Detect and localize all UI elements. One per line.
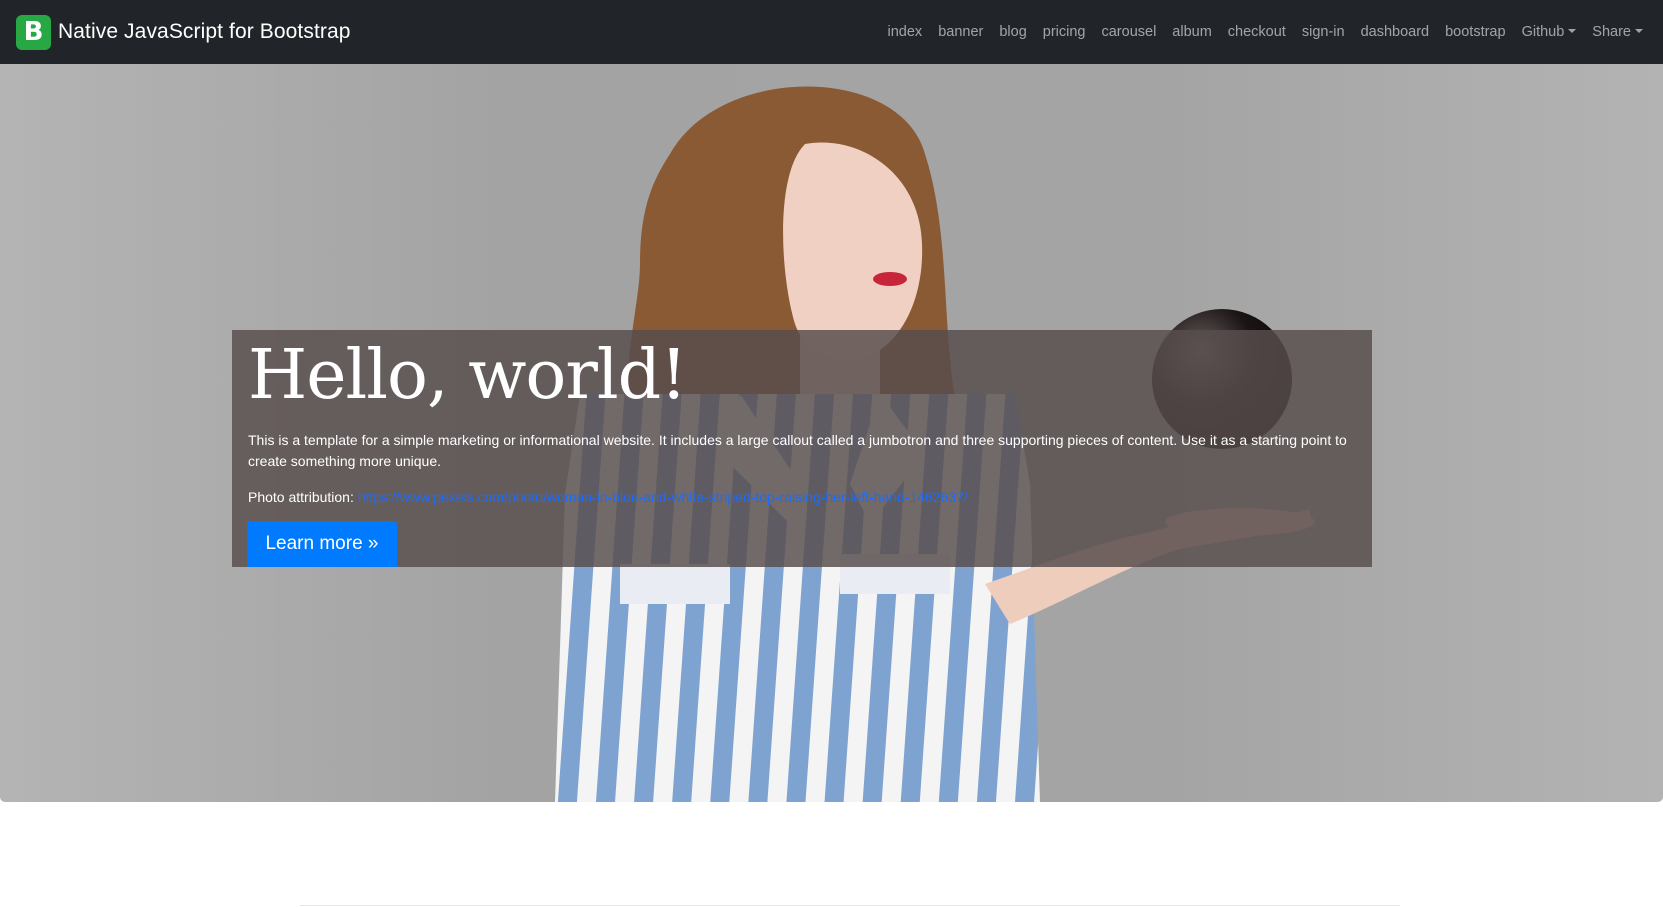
nav-item-blog[interactable]: blog [991,24,1034,40]
photo-attribution: Photo attribution: https://www.pexels.co… [248,487,1356,508]
nav-dropdown-share[interactable]: Share [1584,24,1651,40]
nav-item-checkout[interactable]: checkout [1220,24,1294,40]
nav-dropdown-github[interactable]: Github [1514,24,1585,40]
hero-lead: This is a template for a simple marketin… [248,432,1347,469]
nav-menu: index banner blog pricing carousel album… [880,24,1651,40]
nav-item-banner[interactable]: banner [930,24,991,40]
nav-item-bootstrap[interactable]: bootstrap [1437,24,1513,40]
nav-item-sign-in[interactable]: sign-in [1294,24,1353,40]
brand-link[interactable]: B Native JavaScript for Bootstrap [16,14,351,50]
github-label: Github [1521,24,1565,40]
share-label: Share [1592,24,1631,40]
nav-item-album[interactable]: album [1164,24,1220,40]
brand-title: Native JavaScript for Bootstrap [58,20,351,43]
bootstrap-logo-icon: B [16,14,51,50]
caret-down-icon [1568,29,1577,33]
hero-banner: Hello, world! This is a template for a s… [0,64,1663,802]
nav-item-index[interactable]: index [880,24,931,40]
attribution-link[interactable]: https://www.pexels.com/photo/woman-in-bl… [358,489,968,505]
attribution-label: Photo attribution: [248,489,354,505]
jumbotron: Hello, world! This is a template for a s… [232,330,1372,567]
learn-more-button[interactable]: Learn more » [247,521,397,567]
nav-item-carousel[interactable]: carousel [1093,24,1164,40]
top-navbar: B Native JavaScript for Bootstrap index … [0,0,1663,64]
hero-title: Hello, world! [248,336,687,415]
section-divider [300,905,1400,906]
nav-item-pricing[interactable]: pricing [1035,24,1094,40]
nav-item-dashboard[interactable]: dashboard [1353,24,1438,40]
caret-down-icon [1635,29,1643,33]
